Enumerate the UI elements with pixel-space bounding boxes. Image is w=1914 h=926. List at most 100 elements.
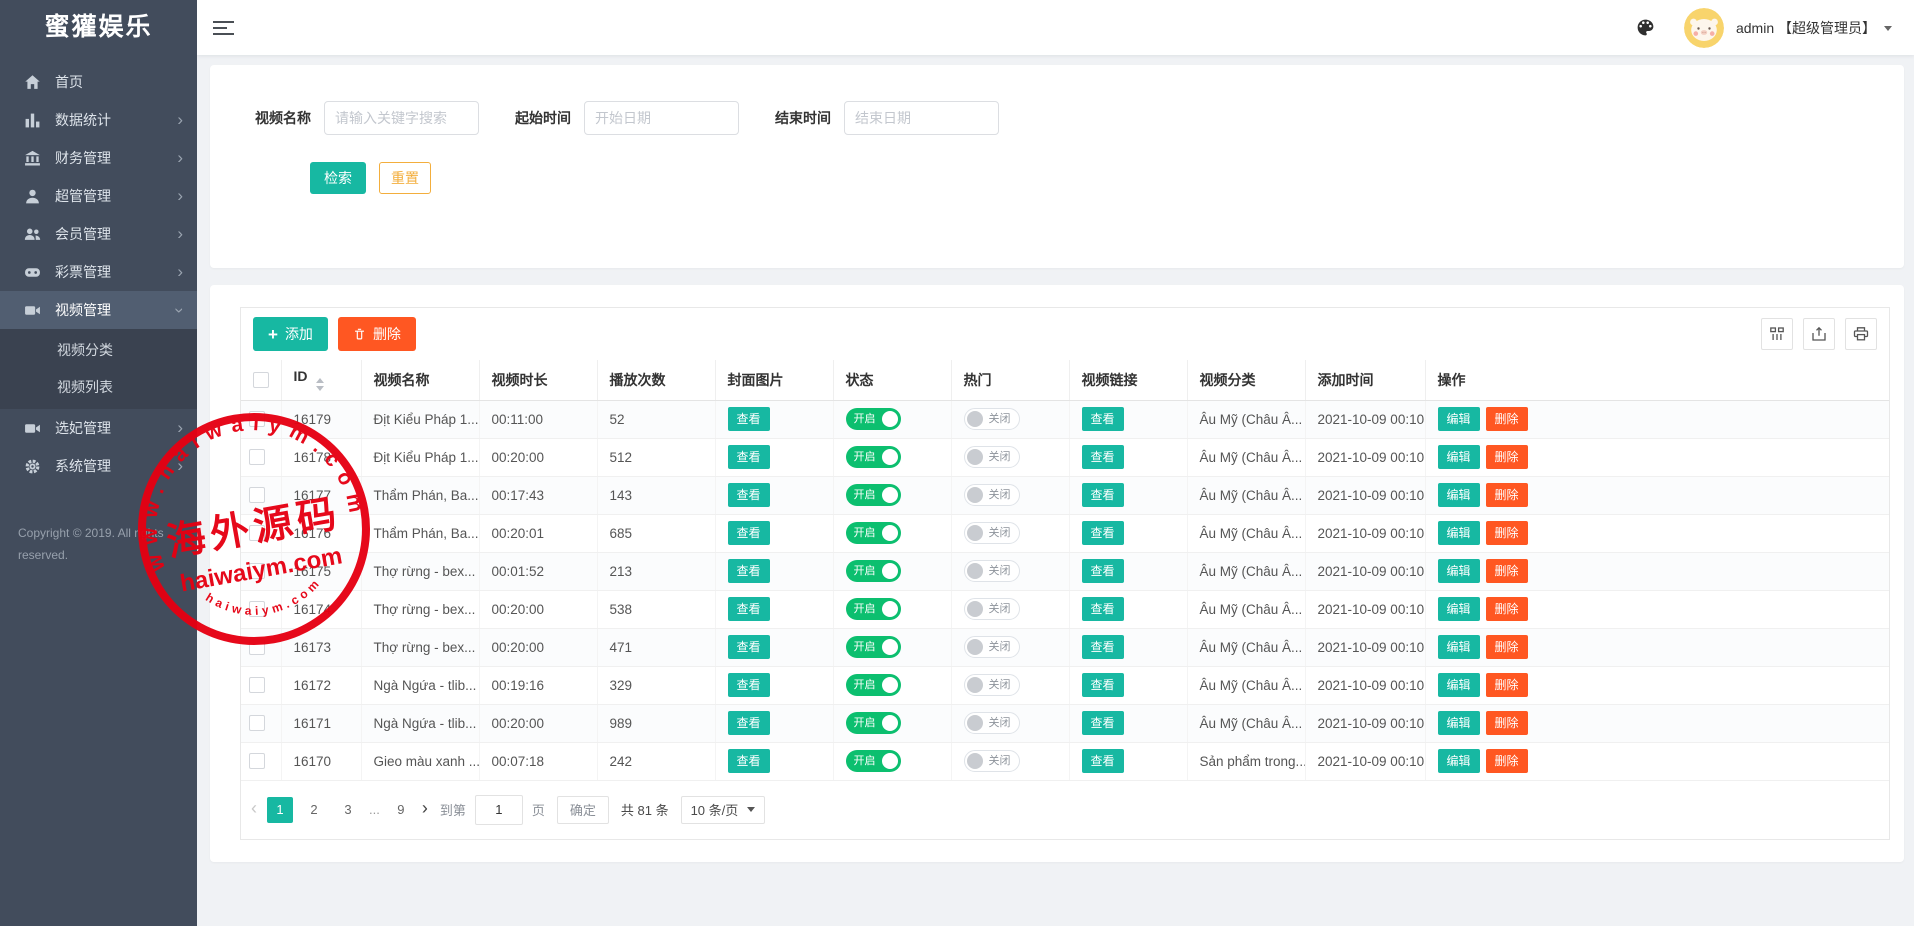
per-page-select[interactable]: 10 条/页: [681, 796, 766, 824]
view-cover-button[interactable]: 查看: [728, 407, 770, 431]
status-toggle[interactable]: 开启: [846, 598, 901, 620]
hot-toggle[interactable]: 关闭: [964, 446, 1020, 468]
row-checkbox[interactable]: [249, 715, 265, 731]
avatar[interactable]: [1684, 8, 1724, 48]
view-link-button[interactable]: 查看: [1082, 673, 1124, 697]
sort-icon[interactable]: [316, 378, 324, 391]
add-button[interactable]: + 添加: [253, 317, 328, 351]
page-button-2[interactable]: 2: [301, 797, 327, 823]
row-checkbox[interactable]: [249, 449, 265, 465]
status-toggle[interactable]: 开启: [846, 750, 901, 772]
hot-toggle[interactable]: 关闭: [964, 560, 1020, 582]
sidebar-subitem[interactable]: 视频分类: [0, 332, 197, 369]
view-cover-button[interactable]: 查看: [728, 521, 770, 545]
delete-button[interactable]: 删除: [1486, 483, 1528, 507]
sidebar-item-6[interactable]: 视频管理 ›: [0, 291, 197, 329]
edit-button[interactable]: 编辑: [1438, 673, 1480, 697]
edit-button[interactable]: 编辑: [1438, 483, 1480, 507]
status-toggle[interactable]: 开启: [846, 484, 901, 506]
row-checkbox[interactable]: [249, 601, 265, 617]
select-all-checkbox[interactable]: [253, 372, 269, 388]
sidebar-item-0[interactable]: 首页: [0, 63, 197, 101]
view-link-button[interactable]: 查看: [1082, 711, 1124, 735]
delete-button[interactable]: 删除: [1486, 521, 1528, 545]
print-button[interactable]: [1845, 318, 1877, 350]
delete-button[interactable]: 删除: [1486, 559, 1528, 583]
delete-button[interactable]: 删除: [1486, 673, 1528, 697]
edit-button[interactable]: 编辑: [1438, 559, 1480, 583]
view-cover-button[interactable]: 查看: [728, 635, 770, 659]
edit-button[interactable]: 编辑: [1438, 407, 1480, 431]
view-cover-button[interactable]: 查看: [728, 483, 770, 507]
sidebar-item-3[interactable]: 超管管理 ›: [0, 177, 197, 215]
hot-toggle[interactable]: 关闭: [964, 408, 1020, 430]
prev-page-button[interactable]: ‹: [251, 798, 257, 819]
sidebar-item-4[interactable]: 会员管理 ›: [0, 215, 197, 253]
view-link-button[interactable]: 查看: [1082, 635, 1124, 659]
status-toggle[interactable]: 开启: [846, 560, 901, 582]
edit-button[interactable]: 编辑: [1438, 635, 1480, 659]
sidebar-item-8[interactable]: 系统管理 ›: [0, 447, 197, 485]
delete-button[interactable]: 删除: [1486, 597, 1528, 621]
hot-toggle[interactable]: 关闭: [964, 598, 1020, 620]
video-name-input[interactable]: [324, 101, 479, 135]
goto-confirm-button[interactable]: 确定: [557, 796, 609, 824]
sidebar-item-2[interactable]: 财务管理 ›: [0, 139, 197, 177]
row-checkbox[interactable]: [249, 411, 265, 427]
hot-toggle[interactable]: 关闭: [964, 636, 1020, 658]
hot-toggle[interactable]: 关闭: [964, 522, 1020, 544]
sidebar-item-5[interactable]: 彩票管理 ›: [0, 253, 197, 291]
row-checkbox[interactable]: [249, 753, 265, 769]
columns-filter-button[interactable]: [1761, 318, 1793, 350]
user-name[interactable]: admin 【超级管理员】: [1736, 18, 1876, 38]
view-cover-button[interactable]: 查看: [728, 749, 770, 773]
row-checkbox[interactable]: [249, 563, 265, 579]
view-cover-button[interactable]: 查看: [728, 597, 770, 621]
edit-button[interactable]: 编辑: [1438, 749, 1480, 773]
menu-collapse-icon[interactable]: [213, 17, 234, 39]
view-cover-button[interactable]: 查看: [728, 673, 770, 697]
status-toggle[interactable]: 开启: [846, 674, 901, 696]
start-date-input[interactable]: [584, 101, 739, 135]
export-button[interactable]: [1803, 318, 1835, 350]
search-button[interactable]: 检索: [310, 162, 366, 194]
row-checkbox[interactable]: [249, 677, 265, 693]
goto-page-input[interactable]: [475, 795, 523, 825]
next-page-button[interactable]: ›: [422, 798, 428, 819]
delete-button[interactable]: 删除: [1486, 749, 1528, 773]
hot-toggle[interactable]: 关闭: [964, 712, 1020, 734]
view-link-button[interactable]: 查看: [1082, 749, 1124, 773]
batch-delete-button[interactable]: 删除: [338, 317, 416, 351]
page-button-3[interactable]: 3: [335, 797, 361, 823]
sidebar-item-1[interactable]: 数据统计 ›: [0, 101, 197, 139]
hot-toggle[interactable]: 关闭: [964, 750, 1020, 772]
delete-button[interactable]: 删除: [1486, 635, 1528, 659]
edit-button[interactable]: 编辑: [1438, 711, 1480, 735]
delete-button[interactable]: 删除: [1486, 407, 1528, 431]
theme-palette-icon[interactable]: [1635, 17, 1656, 38]
view-cover-button[interactable]: 查看: [728, 445, 770, 469]
status-toggle[interactable]: 开启: [846, 408, 901, 430]
status-toggle[interactable]: 开启: [846, 446, 901, 468]
hot-toggle[interactable]: 关闭: [964, 484, 1020, 506]
sidebar-subitem[interactable]: 视频列表: [0, 369, 197, 406]
view-cover-button[interactable]: 查看: [728, 559, 770, 583]
view-link-button[interactable]: 查看: [1082, 521, 1124, 545]
page-button-9[interactable]: 9: [388, 797, 414, 823]
reset-button[interactable]: 重置: [379, 162, 431, 194]
edit-button[interactable]: 编辑: [1438, 597, 1480, 621]
status-toggle[interactable]: 开启: [846, 712, 901, 734]
row-checkbox[interactable]: [249, 487, 265, 503]
view-link-button[interactable]: 查看: [1082, 559, 1124, 583]
status-toggle[interactable]: 开启: [846, 636, 901, 658]
view-link-button[interactable]: 查看: [1082, 597, 1124, 621]
delete-button[interactable]: 删除: [1486, 445, 1528, 469]
edit-button[interactable]: 编辑: [1438, 521, 1480, 545]
view-link-button[interactable]: 查看: [1082, 445, 1124, 469]
view-cover-button[interactable]: 查看: [728, 711, 770, 735]
sidebar-item-7[interactable]: 选妃管理 ›: [0, 409, 197, 447]
row-checkbox[interactable]: [249, 639, 265, 655]
end-date-input[interactable]: [844, 101, 999, 135]
view-link-button[interactable]: 查看: [1082, 407, 1124, 431]
edit-button[interactable]: 编辑: [1438, 445, 1480, 469]
